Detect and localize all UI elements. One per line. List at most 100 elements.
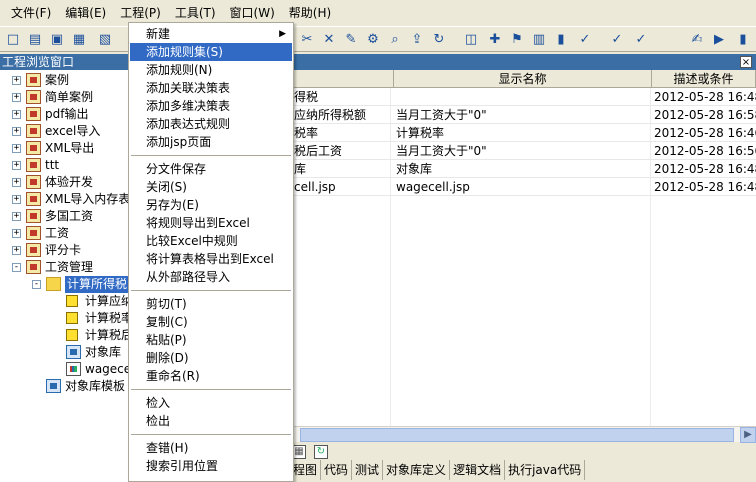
expand-icon[interactable]: + bbox=[12, 195, 21, 204]
edit-icon[interactable]: ✍ bbox=[688, 31, 706, 49]
context-menu-item[interactable]: 新建 ▶ bbox=[130, 25, 292, 43]
context-menu-item[interactable]: 添加表达式规则 bbox=[130, 115, 292, 133]
tree-node[interactable]: 计算税率 bbox=[0, 310, 133, 327]
flag-icon[interactable]: ⚑ bbox=[508, 31, 526, 49]
expand-icon[interactable]: + bbox=[12, 229, 21, 238]
menu-item-2[interactable]: 工程(P) bbox=[113, 4, 168, 21]
tree-node[interactable]: + ttt bbox=[0, 157, 130, 174]
tree-node[interactable]: 计算应纳 bbox=[0, 293, 133, 310]
save-icon[interactable]: ▣ bbox=[48, 31, 66, 49]
menu-item-5[interactable]: 帮助(H) bbox=[282, 4, 338, 21]
collapse-icon[interactable]: - bbox=[32, 280, 41, 289]
find-icon[interactable]: ⌕ bbox=[386, 31, 404, 49]
context-menu-item[interactable]: 剪切(T) bbox=[130, 295, 292, 313]
column-header-name[interactable] bbox=[290, 70, 394, 88]
tree-node[interactable]: + excel导入 bbox=[0, 123, 130, 140]
expand-icon[interactable]: + bbox=[12, 178, 21, 187]
panel-close-button[interactable]: × bbox=[740, 56, 752, 68]
edit-doc-icon[interactable]: ✎ bbox=[342, 31, 360, 49]
tree-node[interactable]: 对象库 bbox=[0, 344, 130, 361]
context-menu-item[interactable]: 添加规则集(S) bbox=[130, 43, 292, 61]
menu-item-4[interactable]: 窗口(W) bbox=[223, 4, 282, 21]
context-menu-item[interactable]: 复制(C) bbox=[130, 313, 292, 331]
settings-icon[interactable]: ⚙ bbox=[364, 31, 382, 49]
add-icon[interactable]: ✚ bbox=[486, 31, 504, 49]
column-header-display[interactable]: 显示名称 bbox=[394, 70, 652, 88]
context-menu-item[interactable]: 检入 bbox=[130, 394, 292, 412]
tree-node[interactable]: + 多国工资 bbox=[0, 208, 130, 225]
context-menu-item[interactable]: 搜索引用位置 bbox=[130, 457, 292, 475]
tree-node[interactable]: - 计算所得税 bbox=[0, 276, 130, 293]
tree-node[interactable]: - 工资管理 bbox=[0, 259, 130, 276]
context-menu-item[interactable]: 将计算表格导出到Excel bbox=[130, 250, 292, 268]
expand-icon[interactable]: + bbox=[12, 212, 21, 221]
delete-icon[interactable]: ✕ bbox=[320, 31, 338, 49]
tree-node[interactable]: wagecell bbox=[0, 361, 138, 378]
context-menu-item[interactable]: 添加关联决策表 bbox=[130, 79, 292, 97]
new-file-icon[interactable]: □ bbox=[4, 31, 22, 49]
print-icon[interactable]: ▧ bbox=[96, 31, 114, 49]
context-menu-item[interactable]: 另存为(E) bbox=[130, 196, 292, 214]
scroll-right-arrow-icon[interactable]: ▶ bbox=[740, 427, 756, 443]
tab-2[interactable]: 测试 bbox=[352, 460, 384, 480]
check-alt-icon[interactable]: ✓ bbox=[608, 31, 626, 49]
chart-icon[interactable]: ▮ bbox=[552, 31, 570, 49]
expand-icon[interactable]: + bbox=[12, 246, 21, 255]
context-menu-item[interactable]: 添加规则(N) bbox=[130, 61, 292, 79]
expand-icon[interactable]: + bbox=[12, 93, 21, 102]
menu-item-3[interactable]: 工具(T) bbox=[168, 4, 223, 21]
table-row[interactable]: 税后工资 当月工资大于"0" 2012-05-28 16:56 bbox=[290, 142, 756, 160]
export-icon[interactable]: ⇪ bbox=[408, 31, 426, 49]
tab-5[interactable]: 执行java代码 bbox=[505, 460, 586, 480]
tree-node[interactable]: + 案例 bbox=[0, 72, 130, 89]
check-icon[interactable]: ✓ bbox=[576, 31, 594, 49]
refresh-icon[interactable]: ↻ bbox=[430, 31, 448, 49]
expand-icon[interactable]: + bbox=[12, 110, 21, 119]
tree-node[interactable]: + XML导入内存表 bbox=[0, 191, 130, 208]
context-menu-item[interactable]: 重命名(R) bbox=[130, 367, 292, 385]
context-menu-item[interactable]: 删除(D) bbox=[130, 349, 292, 367]
refresh-icon[interactable]: ↻ bbox=[314, 445, 328, 459]
collapse-icon[interactable]: - bbox=[12, 263, 21, 272]
expand-icon[interactable]: + bbox=[12, 161, 21, 170]
run-icon[interactable]: ▶ bbox=[710, 31, 728, 49]
save-all-icon[interactable]: ▦ bbox=[70, 31, 88, 49]
tree-node[interactable]: + 评分卡 bbox=[0, 242, 130, 259]
grid-view-icon[interactable]: ▦ bbox=[292, 445, 306, 459]
column-header-desc[interactable]: 描述或条件 bbox=[652, 70, 756, 88]
horizontal-scrollbar[interactable]: ▶ bbox=[290, 426, 756, 443]
tab-3[interactable]: 对象库定义 bbox=[383, 460, 451, 480]
module-icon[interactable]: ◫ bbox=[462, 31, 480, 49]
tree-node[interactable]: + 简单案例 bbox=[0, 89, 130, 106]
context-menu-item[interactable]: 分文件保存 bbox=[130, 160, 292, 178]
table-row[interactable]: cell.jsp wagecell.jsp 2012-05-28 16:48 bbox=[290, 178, 756, 196]
expand-icon[interactable]: + bbox=[12, 127, 21, 136]
table-icon[interactable]: ▥ bbox=[530, 31, 548, 49]
bar-icon[interactable]: ▮ bbox=[734, 31, 752, 49]
check-multi-icon[interactable]: ✓ bbox=[632, 31, 650, 49]
table-row[interactable]: 得税 2012-05-28 16:48 bbox=[290, 88, 756, 106]
table-row[interactable]: 税率 计算税率 2012-05-28 16:46 bbox=[290, 124, 756, 142]
menu-item-0[interactable]: 文件(F) bbox=[4, 4, 58, 21]
table-row[interactable]: 应纳所得税额 当月工资大于"0" 2012-05-28 16:58 bbox=[290, 106, 756, 124]
expand-icon[interactable]: + bbox=[12, 144, 21, 153]
tree-node[interactable]: + pdf输出 bbox=[0, 106, 130, 123]
context-menu-item[interactable]: 粘贴(P) bbox=[130, 331, 292, 349]
scrollbar-thumb[interactable] bbox=[300, 428, 734, 442]
tab-4[interactable]: 逻辑文档 bbox=[450, 460, 506, 480]
tab-1[interactable]: 代码 bbox=[321, 460, 353, 480]
tree-node[interactable]: 对象库模板 bbox=[0, 378, 130, 395]
tree-node[interactable]: + XML导出 bbox=[0, 140, 130, 157]
context-menu-item[interactable]: 从外部路径导入 bbox=[130, 268, 292, 286]
cut-icon[interactable]: ✂ bbox=[298, 31, 316, 49]
context-menu-item[interactable]: 比较Excel中规则 bbox=[130, 232, 292, 250]
context-menu-item[interactable]: 检出 bbox=[130, 412, 292, 430]
context-menu-item[interactable]: 将规则导出到Excel bbox=[130, 214, 292, 232]
context-menu-item[interactable]: 关闭(S) bbox=[130, 178, 292, 196]
expand-icon[interactable]: + bbox=[12, 76, 21, 85]
tree-node[interactable]: 计算税后 bbox=[0, 327, 133, 344]
open-folder-icon[interactable]: ▤ bbox=[26, 31, 44, 49]
context-menu-item[interactable]: 添加jsp页面 bbox=[130, 133, 292, 151]
tree-node[interactable]: + 工资 bbox=[0, 225, 130, 242]
tree-node[interactable]: + 体验开发 bbox=[0, 174, 130, 191]
